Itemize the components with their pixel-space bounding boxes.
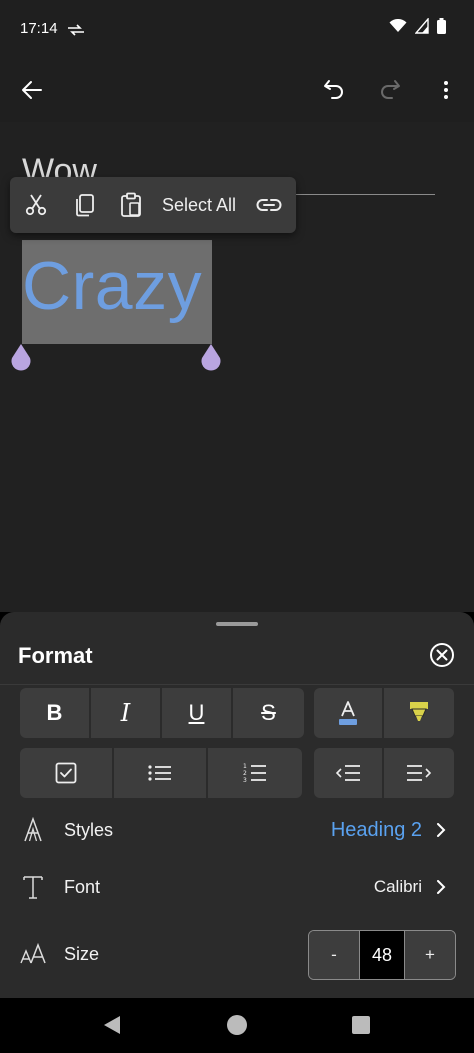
list-group: 1 2 3	[20, 748, 302, 798]
styles-label: Styles	[64, 819, 114, 840]
selection-handle-start[interactable]	[10, 344, 32, 372]
link-button[interactable]	[244, 177, 294, 233]
app-bar	[0, 58, 474, 122]
more-options-button[interactable]	[424, 68, 468, 112]
increase-indent-button[interactable]	[384, 748, 454, 798]
status-icons	[389, 18, 446, 34]
svg-text:1: 1	[243, 763, 247, 770]
back-button[interactable]	[10, 68, 54, 112]
more-vert-icon	[444, 81, 448, 99]
undo-icon	[324, 80, 343, 99]
link-icon	[256, 199, 282, 211]
redo-icon	[381, 80, 400, 99]
format-sheet: Format B I U S 1 2 3 Styles Heading 2 Fo…	[0, 612, 474, 998]
decrease-size-button[interactable]: -	[309, 931, 359, 979]
styles-icon	[24, 817, 42, 842]
wifi-icon	[389, 19, 407, 32]
system-nav-bar	[0, 998, 474, 1053]
font-row[interactable]: Font Calibri	[0, 859, 474, 915]
font-color-icon	[339, 701, 357, 725]
close-sheet-button[interactable]	[428, 641, 456, 669]
nav-recents-icon[interactable]	[348, 1012, 374, 1038]
signal-icon	[415, 18, 429, 34]
svg-text:3: 3	[243, 777, 247, 784]
decrease-indent-button[interactable]	[314, 748, 384, 798]
sheet-title: Format	[18, 643, 93, 668]
numbered-list-icon: 1 2 3	[243, 763, 266, 784]
nav-home-icon[interactable]	[224, 1012, 250, 1038]
bullet-list-icon	[148, 765, 171, 781]
copy-icon	[76, 194, 94, 217]
selected-text[interactable]: Crazy	[22, 246, 202, 328]
font-size-stepper: - 48 +	[308, 930, 456, 980]
decrease-indent-icon	[335, 765, 360, 781]
text-context-menu: Select All	[10, 177, 296, 233]
increase-size-button[interactable]: +	[405, 931, 455, 979]
color-group	[314, 688, 454, 738]
size-row: Size - 48 +	[0, 926, 474, 982]
strikethrough-button[interactable]: S	[233, 688, 304, 738]
battery-icon	[437, 18, 446, 34]
highlight-button[interactable]	[384, 688, 454, 738]
size-label: Size	[64, 943, 100, 964]
italic-icon: I	[120, 699, 131, 727]
sheet-drag-handle[interactable]	[216, 622, 258, 626]
select-all-button[interactable]: Select All	[154, 177, 244, 233]
increase-indent-icon	[407, 765, 432, 781]
italic-button[interactable]: I	[91, 688, 162, 738]
highlight-icon	[410, 702, 428, 721]
font-size-icon	[20, 942, 46, 964]
text-style-group: B I U S	[20, 688, 304, 738]
styles-row[interactable]: Styles Heading 2	[0, 802, 474, 858]
underline-icon: U	[188, 700, 205, 725]
indent-group	[314, 748, 454, 798]
checklist-button[interactable]	[20, 748, 114, 798]
selection-handle-end[interactable]	[200, 344, 222, 372]
bullet-list-button[interactable]	[114, 748, 208, 798]
font-size-value[interactable]: 48	[359, 931, 405, 979]
chevron-right-icon	[437, 880, 446, 894]
chevron-right-icon	[437, 823, 446, 837]
copy-button[interactable]	[62, 177, 108, 233]
paste-icon	[121, 192, 141, 217]
status-time: 17:14	[20, 20, 58, 37]
undo-button[interactable]	[312, 68, 356, 112]
data-sync-icon	[68, 24, 84, 36]
underline-button[interactable]: U	[162, 688, 233, 738]
status-bar: 17:14	[0, 0, 474, 58]
back-arrow-icon	[22, 81, 42, 99]
font-icon	[23, 876, 43, 899]
font-value: Calibri	[373, 877, 422, 896]
checklist-icon	[55, 762, 77, 784]
paste-button[interactable]	[108, 177, 154, 233]
cut-icon	[25, 194, 47, 216]
bold-button[interactable]: B	[20, 688, 91, 738]
numbered-list-button[interactable]: 1 2 3	[208, 748, 302, 798]
redo-button[interactable]	[368, 68, 412, 112]
nav-back-icon[interactable]	[100, 1012, 126, 1038]
font-label: Font	[64, 876, 101, 897]
sheet-divider	[0, 684, 474, 685]
cut-button[interactable]	[10, 177, 62, 233]
strikethrough-icon: S	[261, 700, 276, 725]
bold-icon: B	[46, 700, 63, 725]
styles-value: Heading 2	[330, 818, 422, 841]
font-color-button[interactable]	[314, 688, 384, 738]
svg-text:2: 2	[243, 770, 247, 777]
